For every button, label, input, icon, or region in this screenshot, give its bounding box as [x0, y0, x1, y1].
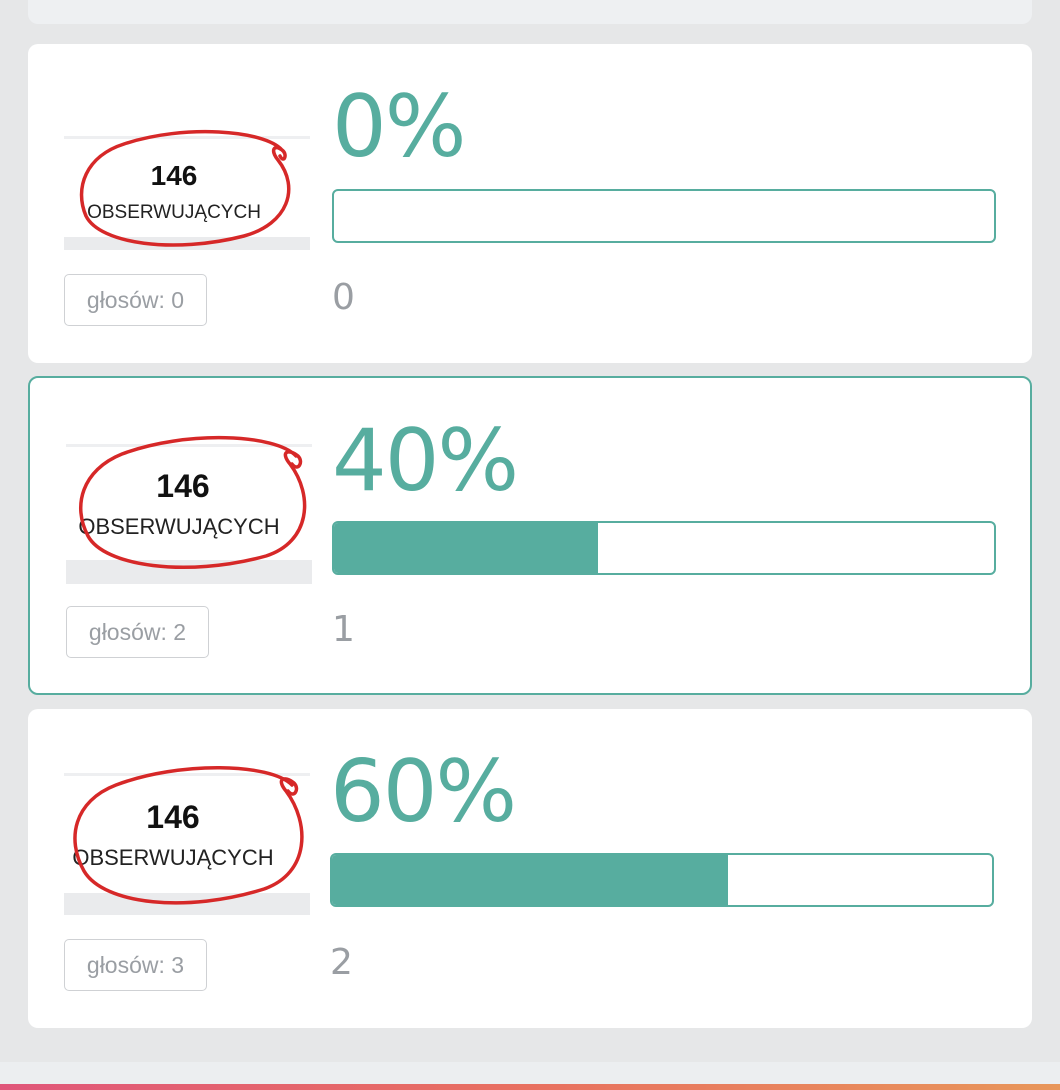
- votes-count-badge: głosów: 2: [66, 606, 209, 658]
- percentage-label: 40%: [332, 411, 519, 511]
- progress-bar-fill: [334, 523, 598, 573]
- poll-option-card[interactable]: 146 OBSERWUJĄCYCH głosów: 3 60% 2: [28, 709, 1032, 1028]
- percentage-label: 60%: [330, 742, 517, 842]
- votes-count-badge: głosów: 0: [64, 274, 207, 326]
- previous-card-edge: [28, 0, 1032, 24]
- votes-count-badge: głosów: 3: [64, 939, 207, 991]
- bottom-nav-edge: [0, 1062, 1060, 1090]
- progress-bar-fill: [332, 855, 728, 905]
- progress-bar: [332, 189, 996, 243]
- option-index: 0: [332, 277, 355, 318]
- poll-option-card[interactable]: 146 OBSERWUJĄCYCH głosów: 2 40% 1: [28, 376, 1032, 695]
- option-index: 1: [332, 609, 355, 650]
- poll-option-card[interactable]: 146 OBSERWUJĄCYCH głosów: 0 0% 0: [28, 44, 1032, 363]
- progress-bar: [330, 853, 994, 907]
- red-circle-annotation: [79, 129, 291, 247]
- option-thumbnail-image: 146 OBSERWUJĄCYCH: [66, 436, 312, 584]
- percentage-label: 0%: [332, 77, 466, 177]
- option-thumbnail-image: 146 OBSERWUJĄCYCH: [64, 129, 310, 250]
- progress-bar: [332, 521, 996, 575]
- option-thumbnail-image: 146 OBSERWUJĄCYCH: [64, 766, 310, 915]
- red-circle-annotation: [79, 436, 307, 570]
- option-index: 2: [330, 942, 353, 983]
- red-circle-annotation: [73, 766, 304, 905]
